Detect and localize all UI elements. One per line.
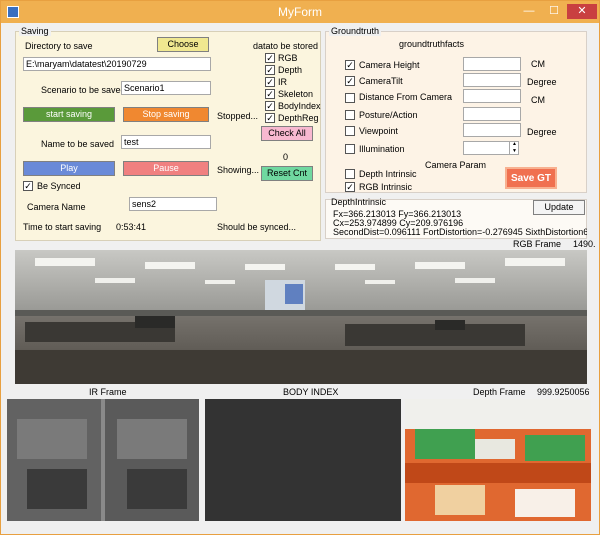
ir-label: IR (278, 77, 287, 87)
rgb-intrinsic-label: RGB Intrinsic (359, 182, 413, 192)
rgb-checkbox[interactable]: ✓ (265, 53, 275, 63)
showing-status: Showing... (217, 165, 260, 175)
update-button[interactable]: Update (533, 200, 585, 215)
reset-cnt-button[interactable]: Reset Cnt (261, 166, 313, 181)
main-window: MyForm — ☐ ✕ Saving Directory to save Ch… (0, 0, 600, 535)
depth-intrinsic-label: Depth Intrinsic (359, 169, 417, 179)
minimize-button[interactable]: — (517, 4, 541, 19)
camera-name-field[interactable]: sens2 (129, 197, 217, 211)
be-synced-checkbox[interactable]: ✓ (23, 181, 33, 191)
directory-field[interactable]: E:\maryam\datatest\20190729 (23, 57, 211, 71)
rgb-office-scene (15, 250, 587, 384)
body-index-image (205, 399, 401, 521)
play-button[interactable]: Play (23, 161, 115, 176)
illumination-spinner[interactable]: ▲ ▼ (509, 141, 519, 155)
camera-height-field[interactable] (463, 57, 521, 71)
depthreg-label: DepthReg (278, 113, 319, 123)
count-value: 0 (283, 152, 289, 162)
distance-unit: CM (531, 95, 545, 105)
illumination-checkbox[interactable] (345, 144, 355, 154)
distance-checkbox[interactable] (345, 93, 355, 103)
groundtruth-facts-label: groundtruthfacts (399, 39, 465, 49)
bodyindex-label: BodyIndex (278, 101, 321, 111)
choose-button[interactable]: Choose (157, 37, 209, 52)
time-value: 0:53:41 (116, 222, 147, 232)
camera-tilt-unit: Degree (527, 77, 557, 87)
close-button[interactable]: ✕ (567, 4, 597, 19)
pause-button[interactable]: Pause (123, 161, 209, 176)
bodyindex-checkbox[interactable]: ✓ (265, 101, 275, 111)
rgb-label: RGB (278, 53, 298, 63)
scenario-label: Scenario to be saved (41, 85, 126, 95)
skeleton-label: Skeleton (278, 89, 314, 99)
body-index-label: BODY INDEX (283, 387, 339, 397)
depth-label: Depth (278, 65, 303, 75)
scenario-field[interactable]: Scenario1 (121, 81, 211, 95)
rgb-frame-value: 1490. (573, 239, 596, 249)
rgb-frame-image (15, 250, 587, 384)
depth-frame-label: Depth Frame (473, 387, 526, 397)
be-synced-label: Be Synced (37, 181, 81, 191)
name-label: Name to be saved (41, 139, 115, 149)
camera-name-label: Camera Name (27, 202, 86, 212)
ir-scene (7, 399, 199, 521)
viewpoint-checkbox[interactable] (345, 126, 355, 136)
stop-saving-button[interactable]: Stop saving (123, 107, 209, 122)
name-field[interactable]: test (121, 135, 211, 149)
depth-intrinsic-group-label: DepthIntrinsic (331, 197, 387, 207)
camera-tilt-checkbox[interactable]: ✓ (345, 76, 355, 86)
ir-checkbox[interactable]: ✓ (265, 77, 275, 87)
camera-tilt-field[interactable] (463, 73, 521, 87)
saving-group-label: Saving (19, 26, 51, 36)
intrinsic-line-3: SecondDist=0.096111 FortDistortion=-0.27… (333, 227, 587, 237)
directory-label: Directory to save (25, 41, 93, 51)
ir-frame-label: IR Frame (89, 387, 127, 397)
posture-checkbox[interactable] (345, 110, 355, 120)
depth-frame-value: 999.925005624 (537, 387, 589, 397)
rgb-intrinsic-checkbox[interactable]: ✓ (345, 182, 355, 192)
distance-field[interactable] (463, 89, 521, 103)
maximize-button[interactable]: ☐ (542, 4, 566, 19)
viewpoint-field[interactable] (463, 123, 521, 137)
depth-frame-image (405, 399, 591, 521)
ir-frame-image (7, 399, 199, 521)
groundtruth-group-label: Groundtruth (329, 26, 382, 36)
depthreg-checkbox[interactable]: ✓ (265, 113, 275, 123)
synced-status: Should be synced... (217, 222, 297, 232)
depth-scene (405, 399, 591, 521)
stopped-status: Stopped... (217, 111, 259, 121)
camera-param-label: Camera Param (425, 160, 487, 170)
skeleton-checkbox[interactable]: ✓ (265, 89, 275, 99)
rgb-frame-label: RGB Frame (513, 239, 562, 249)
camera-height-checkbox[interactable]: ✓ (345, 60, 355, 70)
distance-label: Distance From Camera (359, 92, 453, 102)
start-saving-button[interactable]: start saving (23, 107, 115, 122)
title-bar[interactable]: MyForm — ☐ ✕ (1, 1, 599, 23)
data-store-title: datato be stored (253, 41, 319, 51)
check-all-button[interactable]: Check All (261, 126, 313, 141)
posture-label: Posture/Action (359, 110, 418, 120)
illumination-label: Illumination (359, 144, 405, 154)
camera-height-unit: CM (531, 59, 545, 69)
posture-field[interactable] (463, 107, 521, 121)
camera-height-label: Camera Height (359, 60, 420, 70)
depth-intrinsic-checkbox[interactable] (345, 169, 355, 179)
viewpoint-label: Viewpoint (359, 126, 398, 136)
viewpoint-unit: Degree (527, 127, 557, 137)
time-label: Time to start saving (23, 222, 102, 232)
save-gt-button[interactable]: Save GT (505, 167, 557, 189)
depth-checkbox[interactable]: ✓ (265, 65, 275, 75)
camera-tilt-label: CameraTilt (359, 76, 403, 86)
window-title: MyForm (278, 5, 322, 19)
